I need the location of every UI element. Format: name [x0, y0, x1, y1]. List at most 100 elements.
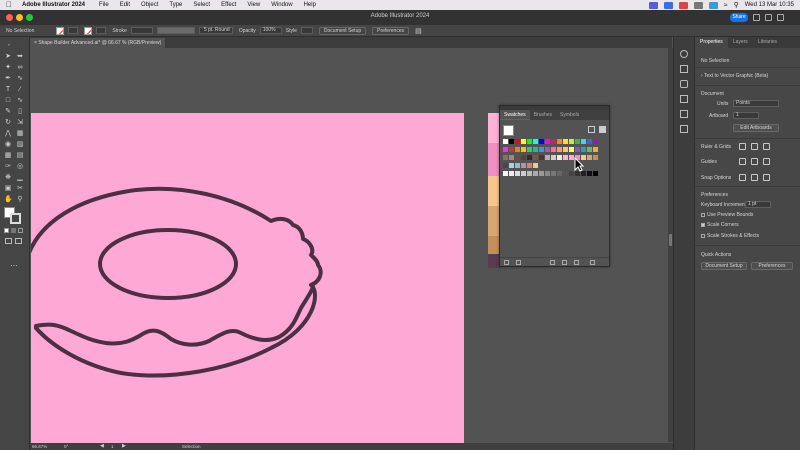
symbol-sprayer-tool-icon[interactable]: ❋ — [4, 174, 12, 181]
screen-mode-icon[interactable] — [15, 238, 22, 244]
arrange-documents-icon[interactable] — [777, 14, 784, 21]
menu-file[interactable]: File — [99, 2, 109, 8]
slice-tool-icon[interactable]: ✂ — [16, 185, 24, 192]
swatch-fill-box[interactable] — [503, 125, 514, 136]
color-swatch[interactable] — [509, 155, 514, 160]
menu-window[interactable]: Window — [271, 2, 292, 8]
smart-guides-icon[interactable] — [763, 158, 770, 165]
variable-width-profile[interactable] — [156, 27, 195, 34]
tray-app-icon[interactable] — [693, 1, 703, 9]
color-swatch[interactable] — [545, 147, 550, 152]
color-swatch[interactable] — [551, 171, 556, 176]
panel-collapse-icon[interactable]: » — [5, 41, 13, 48]
swatch-options-icon[interactable] — [550, 260, 555, 265]
donut-hole[interactable] — [98, 228, 238, 300]
color-swatch[interactable] — [545, 155, 550, 160]
color-swatch[interactable] — [503, 163, 508, 168]
document-setup-quick-button[interactable]: Document Setup — [701, 262, 747, 270]
opacity-field[interactable]: 100% — [259, 27, 282, 34]
zoom-level[interactable]: 66.67% — [32, 443, 47, 450]
scale-strokes-option[interactable]: Scale Strokes & Effects — [701, 233, 759, 239]
scale-corners-checkbox[interactable] — [701, 222, 705, 227]
perspective-grid-tool-icon[interactable]: ▨ — [16, 141, 24, 148]
layers-panel-icon[interactable] — [680, 95, 688, 103]
shape-builder-tool-icon[interactable]: ◉ — [4, 141, 12, 148]
color-swatch[interactable] — [515, 163, 520, 168]
free-transform-tool-icon[interactable]: ▦ — [16, 130, 24, 137]
lasso-tool-icon[interactable]: ∞ — [16, 64, 24, 71]
color-swatch[interactable] — [557, 139, 562, 144]
tray-app-icon[interactable] — [663, 1, 673, 9]
color-swatch[interactable] — [563, 147, 568, 152]
snap-to-point-icon[interactable] — [739, 174, 746, 181]
color-swatch[interactable] — [587, 147, 592, 152]
color-swatch[interactable] — [509, 171, 514, 176]
snap-to-glyph-icon[interactable] — [763, 174, 770, 181]
color-mode-icon[interactable] — [4, 228, 9, 233]
none-mode-icon[interactable] — [18, 228, 23, 233]
color-swatch[interactable] — [593, 139, 598, 144]
artboard-number[interactable]: 1 — [111, 443, 114, 450]
color-swatch[interactable] — [533, 147, 538, 152]
color-swatch[interactable] — [581, 139, 586, 144]
style-dropdown[interactable] — [300, 27, 313, 34]
color-swatch[interactable] — [593, 155, 598, 160]
snap-to-pixel-icon[interactable] — [751, 174, 758, 181]
color-swatch[interactable] — [527, 171, 532, 176]
color-swatch[interactable] — [593, 171, 598, 176]
color-swatch[interactable] — [509, 139, 514, 144]
document-setup-button[interactable]: Document Setup — [318, 26, 367, 35]
color-swatch[interactable] — [575, 139, 580, 144]
color-swatch[interactable] — [587, 139, 592, 144]
color-swatch[interactable] — [557, 171, 562, 176]
color-swatch[interactable] — [533, 163, 538, 168]
color-swatch[interactable] — [569, 147, 574, 152]
scrollbar-thumb[interactable] — [669, 234, 672, 246]
color-swatch[interactable] — [515, 147, 520, 152]
stroke-weight-field[interactable] — [130, 27, 153, 34]
color-swatch[interactable] — [509, 163, 514, 168]
preferences-quick-button[interactable]: Preferences — [751, 262, 793, 270]
show-guides-icon[interactable] — [739, 158, 746, 165]
opacity-label[interactable]: Opacity — [239, 28, 256, 34]
color-swatch[interactable] — [521, 147, 526, 152]
menu-app-name[interactable]: Adobe Illustrator 2024 — [22, 2, 85, 8]
scale-strokes-checkbox[interactable] — [701, 233, 705, 238]
color-swatch[interactable] — [581, 147, 586, 152]
color-swatch[interactable] — [539, 139, 544, 144]
stroke-color-box[interactable] — [10, 213, 21, 224]
color-swatch[interactable] — [527, 139, 532, 144]
previous-artboard-icon[interactable]: ◀ — [100, 443, 104, 450]
hand-tool-icon[interactable]: ✋ — [4, 196, 13, 203]
grid-view-icon[interactable] — [599, 126, 606, 133]
color-panel-icon[interactable] — [680, 50, 688, 58]
delete-swatch-icon[interactable] — [590, 260, 595, 265]
color-swatch[interactable] — [545, 139, 550, 144]
wifi-icon[interactable]: ≈ — [724, 2, 728, 9]
color-swatch[interactable] — [575, 147, 580, 152]
tab-properties[interactable]: Properties — [695, 37, 728, 48]
artboards-panel-icon[interactable] — [680, 110, 688, 118]
color-swatch[interactable] — [545, 171, 550, 176]
menu-effect[interactable]: Effect — [221, 2, 236, 8]
edit-toolbar-icon[interactable]: ⋯ — [10, 263, 18, 270]
use-preview-bounds-option[interactable]: Use Preview Bounds — [701, 212, 753, 218]
ruler-icon[interactable] — [739, 143, 746, 150]
apple-icon[interactable]:  — [6, 1, 14, 9]
eraser-tool-icon[interactable]: ▯ — [16, 108, 24, 115]
brush-definition[interactable]: 5 pt. Round — [198, 27, 233, 34]
color-swatch[interactable] — [527, 163, 532, 168]
search-help-icon[interactable] — [753, 14, 760, 21]
type-tool-icon[interactable]: T — [4, 86, 12, 93]
units-dropdown[interactable]: Points — [733, 100, 779, 107]
artboard-canvas[interactable] — [31, 113, 464, 443]
color-swatch[interactable] — [521, 139, 526, 144]
pen-tool-icon[interactable]: ✒ — [4, 75, 12, 82]
color-swatch[interactable] — [527, 147, 532, 152]
donut-icing-edge[interactable] — [34, 285, 315, 347]
fill-dropdown[interactable] — [68, 27, 79, 34]
show-swatch-kinds-icon[interactable] — [516, 260, 521, 265]
artboard-tool-icon[interactable]: ▣ — [4, 185, 12, 192]
menu-view[interactable]: View — [247, 2, 260, 8]
color-swatch[interactable] — [563, 171, 568, 176]
